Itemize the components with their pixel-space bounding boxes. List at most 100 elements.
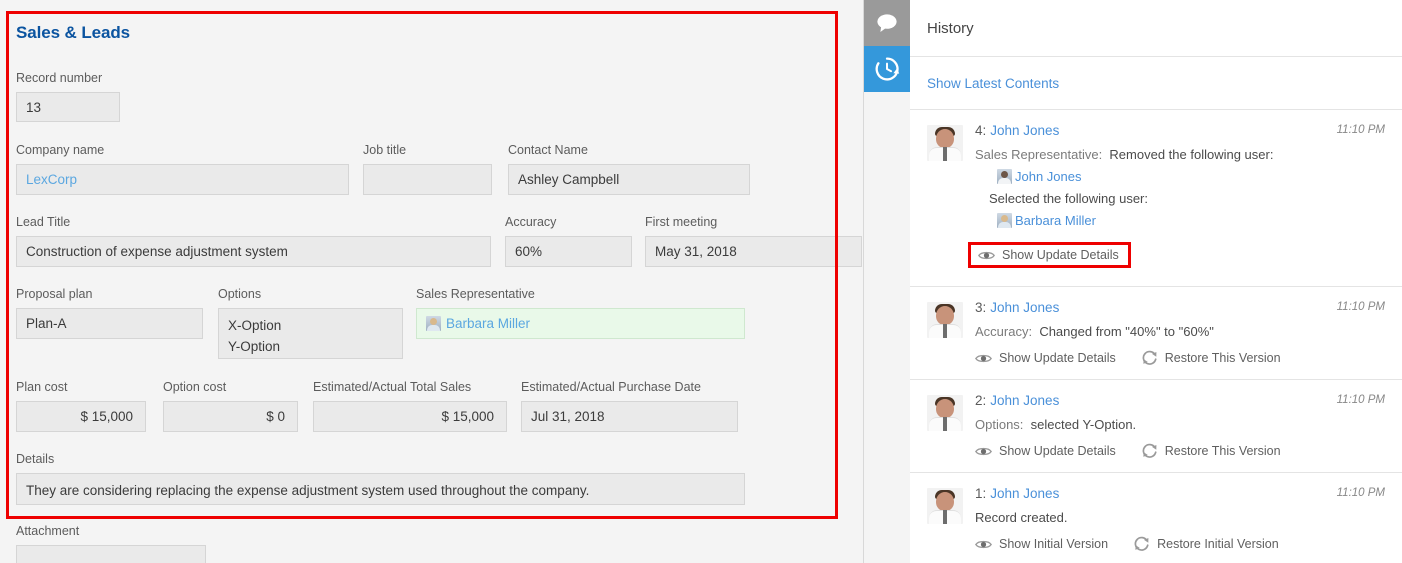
field-contact-name[interactable]: Ashley Campbell xyxy=(508,164,750,195)
entry-user-link[interactable]: John Jones xyxy=(990,123,1059,138)
removed-user-name: John Jones xyxy=(1015,167,1082,186)
show-update-details-label: Show Update Details xyxy=(999,351,1116,365)
field-first-meeting[interactable]: May 31, 2018 xyxy=(645,236,862,267)
avatar xyxy=(927,302,963,338)
avatar xyxy=(927,125,963,161)
option-value-1: X-Option xyxy=(228,315,393,336)
history-entry-2: 2: John Jones 11:10 PM Options: selected… xyxy=(910,380,1402,473)
entry-number: 1: xyxy=(975,486,986,501)
entry-user-link[interactable]: John Jones xyxy=(990,486,1059,501)
label-proposal-plan: Proposal plan xyxy=(16,287,92,301)
eye-icon xyxy=(975,539,992,550)
entry-user-link[interactable]: John Jones xyxy=(990,393,1059,408)
record-form-pane: Sales & Leads Record number 13 Company n… xyxy=(0,0,864,563)
avatar xyxy=(927,488,963,524)
entry-timestamp: 11:10 PM xyxy=(1337,124,1385,136)
entry-timestamp: 11:10 PM xyxy=(1337,394,1385,406)
label-options: Options xyxy=(218,287,261,301)
selected-user-name: Barbara Miller xyxy=(1015,211,1096,230)
field-record-number[interactable]: 13 xyxy=(16,92,120,122)
label-total-sales: Estimated/Actual Total Sales xyxy=(313,380,471,394)
eye-icon xyxy=(978,250,995,261)
label-contact-name: Contact Name xyxy=(508,143,588,157)
entry-timestamp: 11:10 PM xyxy=(1337,487,1385,499)
entry-action-text: selected Y-Option. xyxy=(1031,417,1137,432)
restore-icon xyxy=(1142,443,1158,459)
history-entry-3: 3: John Jones 11:10 PM Accuracy: Changed… xyxy=(910,287,1402,380)
field-details[interactable]: They are considering replacing the expen… xyxy=(16,473,745,505)
history-header: History xyxy=(910,0,1402,57)
label-first-meeting: First meeting xyxy=(645,215,717,229)
entry-number: 2: xyxy=(975,393,986,408)
field-accuracy[interactable]: 60% xyxy=(505,236,632,267)
label-attachment: Attachment xyxy=(16,524,79,538)
show-initial-version-button[interactable]: Show Initial Version xyxy=(975,537,1108,551)
entry-field-name: Sales Representative: xyxy=(975,147,1102,162)
entry-change-text: Record created. xyxy=(975,508,1385,527)
history-entry-1: 1: John Jones 11:10 PM Record created. xyxy=(910,473,1402,563)
restore-initial-version-label: Restore Initial Version xyxy=(1157,537,1279,551)
field-job-title[interactable] xyxy=(363,164,492,195)
label-option-cost: Option cost xyxy=(163,380,226,394)
show-latest-contents-link[interactable]: Show Latest Contents xyxy=(927,76,1059,91)
field-attachment[interactable] xyxy=(16,545,206,563)
entry-selected-label: Selected the following user: xyxy=(975,189,1385,208)
page-title: Sales & Leads xyxy=(16,23,130,43)
restore-version-button[interactable]: Restore This Version xyxy=(1142,443,1281,459)
entry-change-text: Sales Representative: Removed the follow… xyxy=(975,145,1385,164)
entry-user-link[interactable]: John Jones xyxy=(990,300,1059,315)
field-lead-title[interactable]: Construction of expense adjustment syste… xyxy=(16,236,491,267)
field-purchase-date[interactable]: Jul 31, 2018 xyxy=(521,401,738,432)
record-detail-screen: Sales & Leads Record number 13 Company n… xyxy=(0,0,1402,563)
entry-actions: Show Initial Version Restore Initial Ver… xyxy=(975,536,1385,552)
label-record-number: Record number xyxy=(16,71,102,85)
eye-icon xyxy=(975,353,992,364)
show-update-details-label: Show Update Details xyxy=(1002,248,1119,262)
restore-version-button[interactable]: Restore This Version xyxy=(1142,350,1281,366)
user-chip-sales-representative[interactable]: Barbara Miller xyxy=(426,316,530,331)
entry-field-name: Options: xyxy=(975,417,1023,432)
tab-history[interactable] xyxy=(864,46,910,92)
entry-action-text: Changed from "40%" to "60%" xyxy=(1039,324,1214,339)
show-update-details-label: Show Update Details xyxy=(999,444,1116,458)
history-restore-icon xyxy=(874,56,900,82)
show-initial-version-label: Show Initial Version xyxy=(999,537,1108,551)
option-value-2: Y-Option xyxy=(228,336,393,357)
entry-actions: Show Update Details Restore This Version xyxy=(975,350,1385,366)
entry-change-text: Options: selected Y-Option. xyxy=(975,415,1385,434)
entry-actions: Show Update Details xyxy=(975,240,1385,268)
side-icon-rail xyxy=(864,0,910,563)
restore-initial-version-button[interactable]: Restore Initial Version xyxy=(1134,536,1279,552)
entry-number: 4: xyxy=(975,123,986,138)
tab-comments[interactable] xyxy=(864,0,910,46)
restore-version-label: Restore This Version xyxy=(1165,351,1281,365)
user-avatar-icon xyxy=(997,169,1012,184)
sales-representative-value: Barbara Miller xyxy=(446,316,530,331)
field-options[interactable]: X-Option Y-Option xyxy=(218,308,403,359)
entry-removed-user-row: John Jones xyxy=(975,166,1385,186)
show-update-details-button[interactable]: Show Update Details xyxy=(975,351,1116,365)
inline-user-chip[interactable]: Barbara Miller xyxy=(997,211,1096,230)
field-sales-representative[interactable]: Barbara Miller xyxy=(416,308,745,339)
entry-actions: Show Update Details Restore This Version xyxy=(975,443,1385,459)
label-plan-cost: Plan cost xyxy=(16,380,67,394)
avatar xyxy=(927,395,963,431)
field-company-name[interactable]: LexCorp xyxy=(16,164,349,195)
field-proposal-plan[interactable]: Plan-A xyxy=(16,308,203,339)
label-company-name: Company name xyxy=(16,143,104,157)
restore-version-label: Restore This Version xyxy=(1165,444,1281,458)
label-purchase-date: Estimated/Actual Purchase Date xyxy=(521,380,701,394)
user-avatar-icon xyxy=(997,213,1012,228)
field-total-sales[interactable]: $ 15,000 xyxy=(313,401,507,432)
show-update-details-button[interactable]: Show Update Details xyxy=(975,444,1116,458)
inline-user-chip[interactable]: John Jones xyxy=(997,167,1082,186)
label-sales-representative: Sales Representative xyxy=(416,287,535,301)
field-option-cost[interactable]: $ 0 xyxy=(163,401,298,432)
entry-field-name: Accuracy: xyxy=(975,324,1032,339)
entry-selected-user-row: Barbara Miller xyxy=(975,210,1385,230)
entry-action-text: Record created. xyxy=(975,510,1068,525)
history-list: 4: John Jones 11:10 PM Sales Representat… xyxy=(910,110,1402,563)
show-update-details-button[interactable]: Show Update Details xyxy=(968,242,1131,268)
restore-icon xyxy=(1142,350,1158,366)
field-plan-cost[interactable]: $ 15,000 xyxy=(16,401,146,432)
